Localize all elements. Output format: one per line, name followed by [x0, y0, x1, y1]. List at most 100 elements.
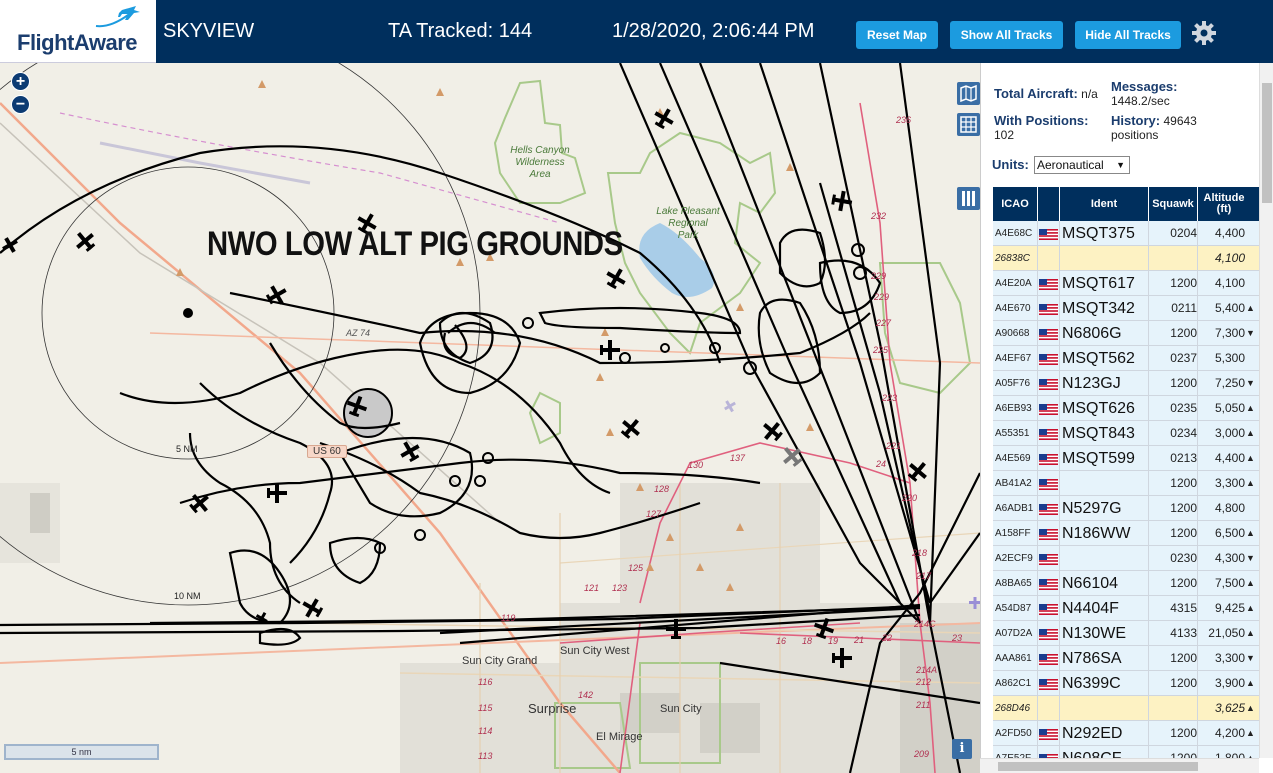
table-row[interactable]: 26838C 4,100	[993, 246, 1259, 271]
route-number: 18	[802, 636, 813, 646]
row-squawk: 0213	[1170, 451, 1197, 465]
show-all-tracks-button[interactable]: Show All Tracks	[950, 21, 1063, 49]
table-row[interactable]: A54D87 N4404F 4315 9,425 ▲	[993, 596, 1259, 621]
row-icao: A4EF67	[995, 353, 1032, 364]
route-number: 119	[501, 613, 516, 623]
route-number: 232	[871, 211, 887, 221]
route-number: 214C	[914, 619, 936, 629]
reset-map-button[interactable]: Reset Map	[856, 21, 938, 49]
row-altitude: 5,050	[1214, 401, 1245, 415]
row-icao: A158FF	[995, 528, 1031, 539]
aircraft-sidebar: Total Aircraft: n/a With Positions: 102 M…	[980, 63, 1273, 773]
us-flag-icon	[1039, 679, 1058, 690]
sidebar-vertical-scrollbar[interactable]	[1259, 63, 1273, 758]
table-row[interactable]: A2FD50 N292ED 1200 4,200 ▲	[993, 721, 1259, 746]
scrollbar-thumb[interactable]	[998, 762, 1198, 771]
row-altitude: 7,500	[1214, 576, 1245, 590]
route-number: 209	[914, 749, 930, 759]
messages-stat: Messages: 1448.2/sec	[1111, 79, 1178, 109]
total-aircraft-stat: Total Aircraft: n/a	[994, 86, 1098, 102]
table-row[interactable]: A2ECF9 0230 4,300 ▼	[993, 546, 1259, 571]
route-number: 125	[628, 563, 644, 573]
table-row[interactable]: A4E20A MSQT617 1200 4,100	[993, 271, 1259, 296]
us-flag-icon	[1039, 629, 1058, 640]
table-row[interactable]: A4E68C MSQT375 0204 4,400	[993, 221, 1259, 246]
map-overlay-title: NWO LOW ALT PIG GROUNDS	[207, 225, 623, 263]
info-button[interactable]: i	[952, 739, 972, 759]
map-view[interactable]: Hells Canyon Wilderness Area Lake Pleasa…	[0, 63, 980, 773]
table-row[interactable]: AB41A2 1200 3,300 ▲	[993, 471, 1259, 496]
table-row[interactable]: A07D2A N130WE 4133 21,050 ▲	[993, 621, 1259, 646]
table-row[interactable]: A4EF67 MSQT562 0237 5,300	[993, 346, 1259, 371]
row-ident: MSQT375	[1062, 225, 1135, 242]
us-flag-icon	[1039, 329, 1058, 340]
zoom-out-button[interactable]: −	[11, 95, 30, 114]
range-ring-10nm	[0, 63, 481, 606]
table-row[interactable]: A55351 MSQT843 0234 3,000 ▲	[993, 421, 1259, 446]
table-row[interactable]: A4E569 MSQT599 0213 4,400 ▲	[993, 446, 1259, 471]
row-altitude: 4,400	[1214, 451, 1245, 465]
row-icao: A05F76	[995, 378, 1031, 389]
row-altitude: 3,625	[1214, 701, 1245, 715]
us-flag-icon	[1039, 729, 1058, 740]
row-squawk: 0211	[1171, 301, 1197, 315]
table-row[interactable]: A4E670 MSQT342 0211 5,400 ▲	[993, 296, 1259, 321]
route-number: 220	[902, 493, 918, 503]
table-row[interactable]: A6EB93 MSQT626 0235 5,050 ▲	[993, 396, 1259, 421]
table-row[interactable]: A158FF N186WW 1200 6,500 ▲	[993, 521, 1259, 546]
columns-icon	[962, 191, 975, 206]
scrollbar-thumb[interactable]	[1262, 83, 1272, 203]
row-icao: A07D2A	[995, 628, 1033, 639]
table-row[interactable]: A90668 N6806G 1200 7,300 ▼	[993, 321, 1259, 346]
altitude-trend-icon: ▲	[1246, 478, 1255, 488]
row-altitude: 7,250	[1214, 376, 1245, 390]
route-number: 127	[646, 509, 662, 519]
us-flag-icon	[1039, 579, 1058, 590]
us-flag-icon	[1039, 604, 1058, 615]
table-row[interactable]: A6ADB1 N5297G 1200 4,800	[993, 496, 1259, 521]
table-row[interactable]: AAA861 N786SA 1200 3,300 ▼	[993, 646, 1259, 671]
gear-icon[interactable]	[1190, 19, 1218, 47]
grid-toggle-button[interactable]	[957, 113, 980, 136]
map-scale-bar: 5 nm	[4, 744, 159, 760]
altitude-trend-icon: ▲	[1246, 678, 1255, 688]
aircraft-rows: A4E68C MSQT375 0204 4,400 26838C 4,100 A4E20A M…	[993, 221, 1259, 771]
row-icao: A54D87	[995, 603, 1032, 614]
grid-icon	[960, 116, 977, 133]
column-squawk[interactable]: Squawk	[1149, 187, 1197, 221]
column-ident[interactable]: Ident	[1060, 187, 1148, 221]
table-row[interactable]: A05F76 N123GJ 1200 7,250 ▼	[993, 371, 1259, 396]
columns-toggle-button[interactable]	[957, 187, 980, 210]
us-flag-icon	[1039, 529, 1058, 540]
map-layers-button[interactable]	[957, 82, 980, 105]
row-squawk: 1200	[1170, 576, 1197, 590]
sidebar-horizontal-scrollbar[interactable]	[980, 758, 1259, 773]
route-number: 142	[578, 690, 594, 700]
row-squawk: 1200	[1170, 326, 1197, 340]
column-icao[interactable]: ICAO	[993, 187, 1037, 221]
route-number: 116	[478, 677, 493, 687]
units-select[interactable]: Aeronautical ▼	[1034, 156, 1130, 174]
column-altitude[interactable]: Altitude (ft)	[1198, 187, 1250, 221]
altitude-trend-icon: ▲	[1246, 603, 1255, 613]
us-flag-icon	[1039, 479, 1058, 490]
range-label-10nm: 10 NM	[174, 591, 201, 601]
route-number: 236	[896, 115, 912, 125]
row-ident: N123GJ	[1062, 375, 1121, 392]
row-ident: MSQT599	[1062, 450, 1135, 467]
route-number: 24	[876, 459, 887, 469]
row-squawk: 1200	[1170, 651, 1197, 665]
table-row[interactable]: 268D46 3,625 ▲	[993, 696, 1259, 721]
zoom-in-button[interactable]: +	[11, 72, 30, 91]
altitude-trend-icon: ▲	[1246, 403, 1255, 413]
altitude-trend-icon: ▲	[1246, 628, 1255, 638]
road-label-az74: AZ 74	[346, 328, 371, 338]
us-flag-icon	[1039, 429, 1058, 440]
flightaware-logo[interactable]: FlightAware	[0, 0, 156, 63]
table-row[interactable]: A8BA65 N66104 1200 7,500 ▲	[993, 571, 1259, 596]
row-squawk: 0237	[1170, 351, 1197, 365]
table-row[interactable]: A862C1 N6399C 1200 3,900 ▲	[993, 671, 1259, 696]
altitude-trend-icon: ▲	[1246, 428, 1255, 438]
hide-all-tracks-button[interactable]: Hide All Tracks	[1075, 21, 1181, 49]
route-number: 221	[886, 441, 902, 451]
